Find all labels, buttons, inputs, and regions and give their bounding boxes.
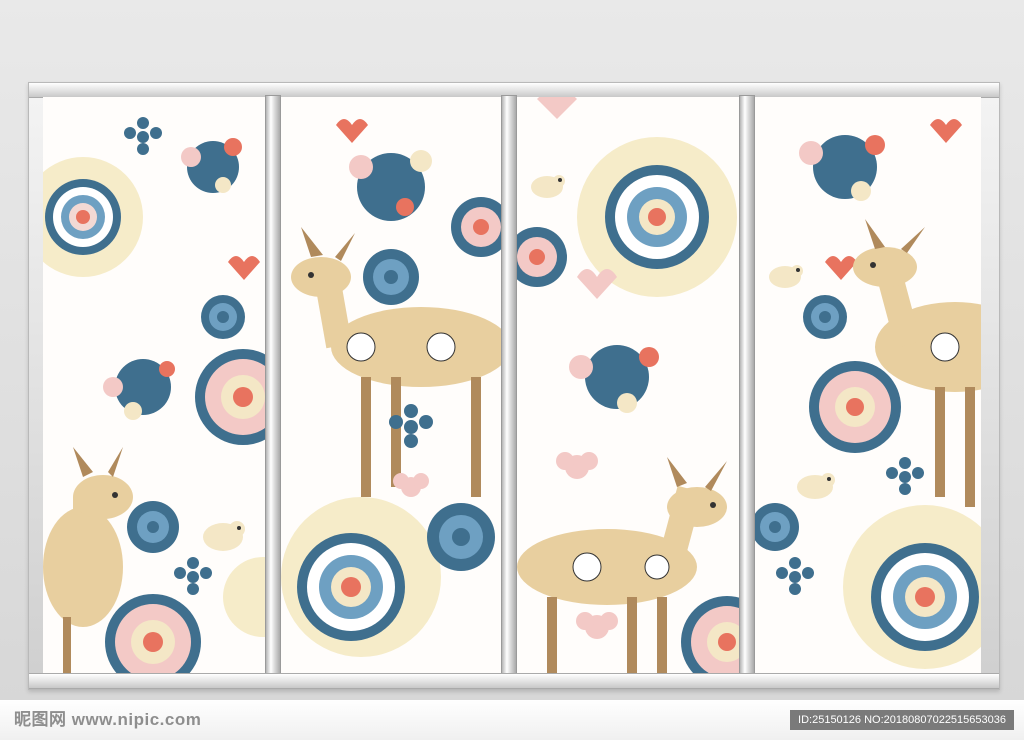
blue-flower-icon — [427, 503, 495, 571]
bird-icon — [769, 265, 803, 288]
pattern-panel-1 — [43, 117, 265, 673]
panel-divider-1 — [265, 95, 281, 677]
mandala-flower-icon — [45, 179, 121, 255]
blue-flower-icon — [363, 249, 419, 305]
blossom-bouquet-icon — [103, 359, 175, 420]
mandala-flower-icon — [297, 533, 405, 641]
bird-icon — [203, 521, 245, 551]
big-flower-icon — [681, 596, 739, 673]
mandala-flower-icon — [605, 165, 709, 269]
rose-icon — [517, 227, 567, 287]
blossom-icon — [556, 452, 598, 479]
dotted-halo-icon — [223, 557, 265, 637]
blossom-icon — [576, 612, 618, 639]
rose-icon — [451, 197, 501, 257]
heart-icon — [577, 269, 617, 299]
pattern-panel-3 — [517, 97, 739, 673]
door-panel-3 — [517, 97, 739, 673]
pattern-panel-4 — [755, 119, 981, 669]
blossom-bouquet-icon — [349, 150, 432, 221]
deer-illustration — [853, 219, 981, 507]
heart-icon — [228, 256, 260, 280]
blossom-bouquet-icon — [181, 138, 242, 193]
panel-divider-3 — [739, 95, 755, 677]
rose-icon — [803, 295, 847, 339]
blossom-bouquet-icon — [569, 345, 659, 413]
petal-icon — [537, 97, 577, 119]
big-flower-icon — [105, 594, 201, 673]
watermark-text: 昵图网 www.nipic.com — [14, 710, 202, 729]
heart-icon — [336, 119, 368, 143]
blossom-bouquet-icon — [799, 135, 885, 201]
footer-bar: 昵图网 www.nipic.com ID:25150126 NO:2018080… — [0, 700, 1024, 740]
heart-icon — [930, 119, 962, 143]
mandala-flower-icon — [871, 543, 979, 651]
door-panel-2 — [281, 97, 501, 673]
image-id-label: ID:25150126 NO:20180807022515653036 — [790, 710, 1014, 730]
blossom-icon — [393, 473, 429, 497]
pattern-panel-2 — [281, 119, 501, 657]
rose-icon — [201, 295, 245, 339]
panel-divider-2 — [501, 95, 517, 677]
door-panel-1 — [43, 97, 265, 673]
big-flower-icon — [809, 361, 901, 453]
star-flower-icon — [124, 117, 162, 155]
blue-flower-icon — [755, 503, 799, 551]
sliding-door-frame — [28, 82, 1000, 690]
bird-icon — [531, 175, 565, 198]
big-flower-icon — [195, 349, 265, 445]
star-flower-icon — [886, 457, 924, 495]
blue-flower-icon — [127, 501, 179, 553]
bird-icon — [797, 473, 835, 499]
heart-icon — [825, 256, 857, 280]
star-flower-icon — [174, 557, 212, 595]
bottom-rail — [29, 673, 999, 689]
star-flower-icon — [776, 557, 814, 595]
door-panel-4 — [755, 97, 981, 673]
